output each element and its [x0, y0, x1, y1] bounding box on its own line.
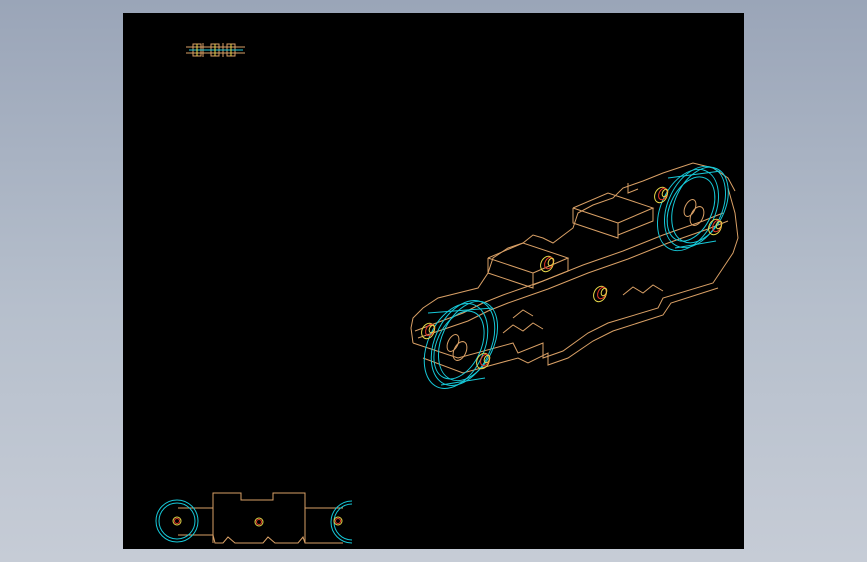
- iso-link-body-stroke: [512, 309, 534, 319]
- front-view-link-plate-stroke: [178, 492, 343, 509]
- iso-wheel-left-stroke: [437, 300, 499, 382]
- iso-link-body-stroke: [410, 162, 736, 344]
- iso-link-body-stroke: [622, 284, 664, 296]
- iso-link-body-stroke: [412, 187, 739, 359]
- iso-wheel-hubs-stroke: [689, 206, 705, 226]
- iso-pin-4-stroke: [600, 287, 608, 297]
- front-view-wheels-stroke: [333, 503, 353, 541]
- iso-link-body-stroke: [487, 242, 570, 274]
- iso-link-body-stroke: [487, 257, 534, 289]
- isometric-view: [410, 162, 739, 389]
- iso-link-body-stroke: [532, 258, 569, 286]
- front-view-wheels-stroke: [155, 499, 199, 543]
- cad-drawing: [155, 43, 739, 544]
- iso-wheel-right-stroke: [671, 166, 729, 244]
- iso-link-body: [410, 162, 739, 374]
- iso-link-body-stroke: [417, 220, 729, 339]
- iso-pin-2-stroke: [483, 354, 491, 364]
- cad-viewport[interactable]: [123, 13, 744, 549]
- front-view: [155, 492, 353, 544]
- iso-pin-3-stroke: [547, 257, 555, 267]
- iso-pin-5-stroke: [661, 188, 669, 198]
- top-view: [186, 43, 245, 57]
- front-view-wheels-stroke: [158, 502, 196, 540]
- iso-pin-3: [540, 255, 555, 273]
- front-view-pins-stroke: [335, 518, 341, 524]
- iso-link-body-stroke: [502, 322, 544, 334]
- iso-pin-5: [654, 186, 669, 204]
- front-view-wheels: [155, 499, 353, 544]
- iso-wheel-left: [423, 300, 499, 389]
- iso-link-body-stroke: [617, 208, 654, 236]
- iso-link-body-stroke: [422, 287, 719, 374]
- iso-wheel-right: [657, 165, 729, 252]
- front-view-pins-stroke: [174, 518, 180, 524]
- iso-pin-4: [593, 285, 608, 303]
- front-view-pins-stroke: [256, 519, 262, 525]
- front-view-link-plate-stroke: [178, 534, 343, 544]
- iso-wheel-hubs-stroke: [452, 341, 468, 361]
